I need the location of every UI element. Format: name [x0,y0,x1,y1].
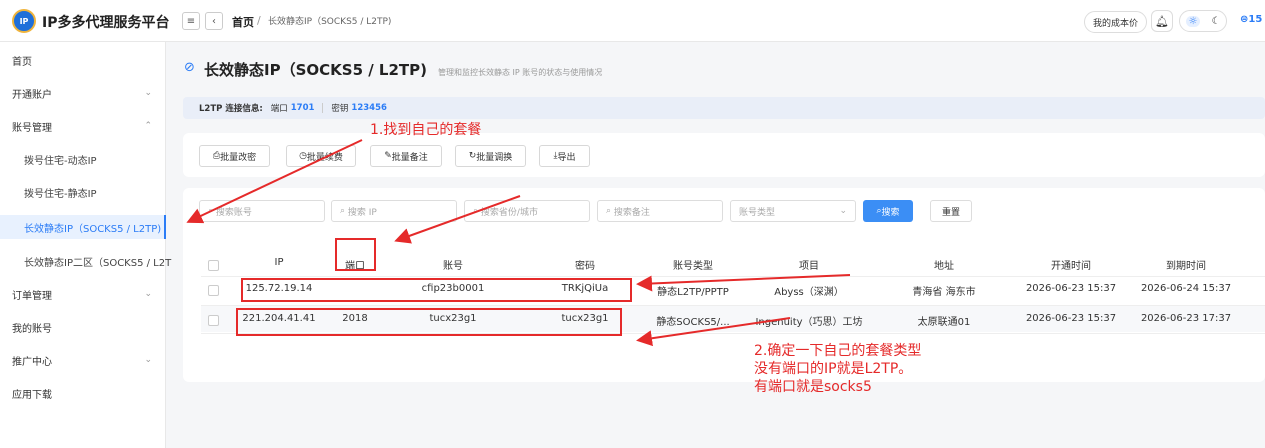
highlight-port-header [335,238,376,271]
highlight-row-socks5 [236,308,622,336]
annotation-step2-line3: 有端口就是socks5 [754,379,872,395]
annotation-step2-line1: 2.确定一下自己的套餐类型 [754,343,922,359]
annotation-arrows [186,139,851,347]
annotation-step2-line2: 没有端口的IP就是L2TP。 [754,361,913,377]
annotation-step1: 1.找到自己的套餐 [370,122,482,138]
highlight-row-l2tp [241,278,632,302]
